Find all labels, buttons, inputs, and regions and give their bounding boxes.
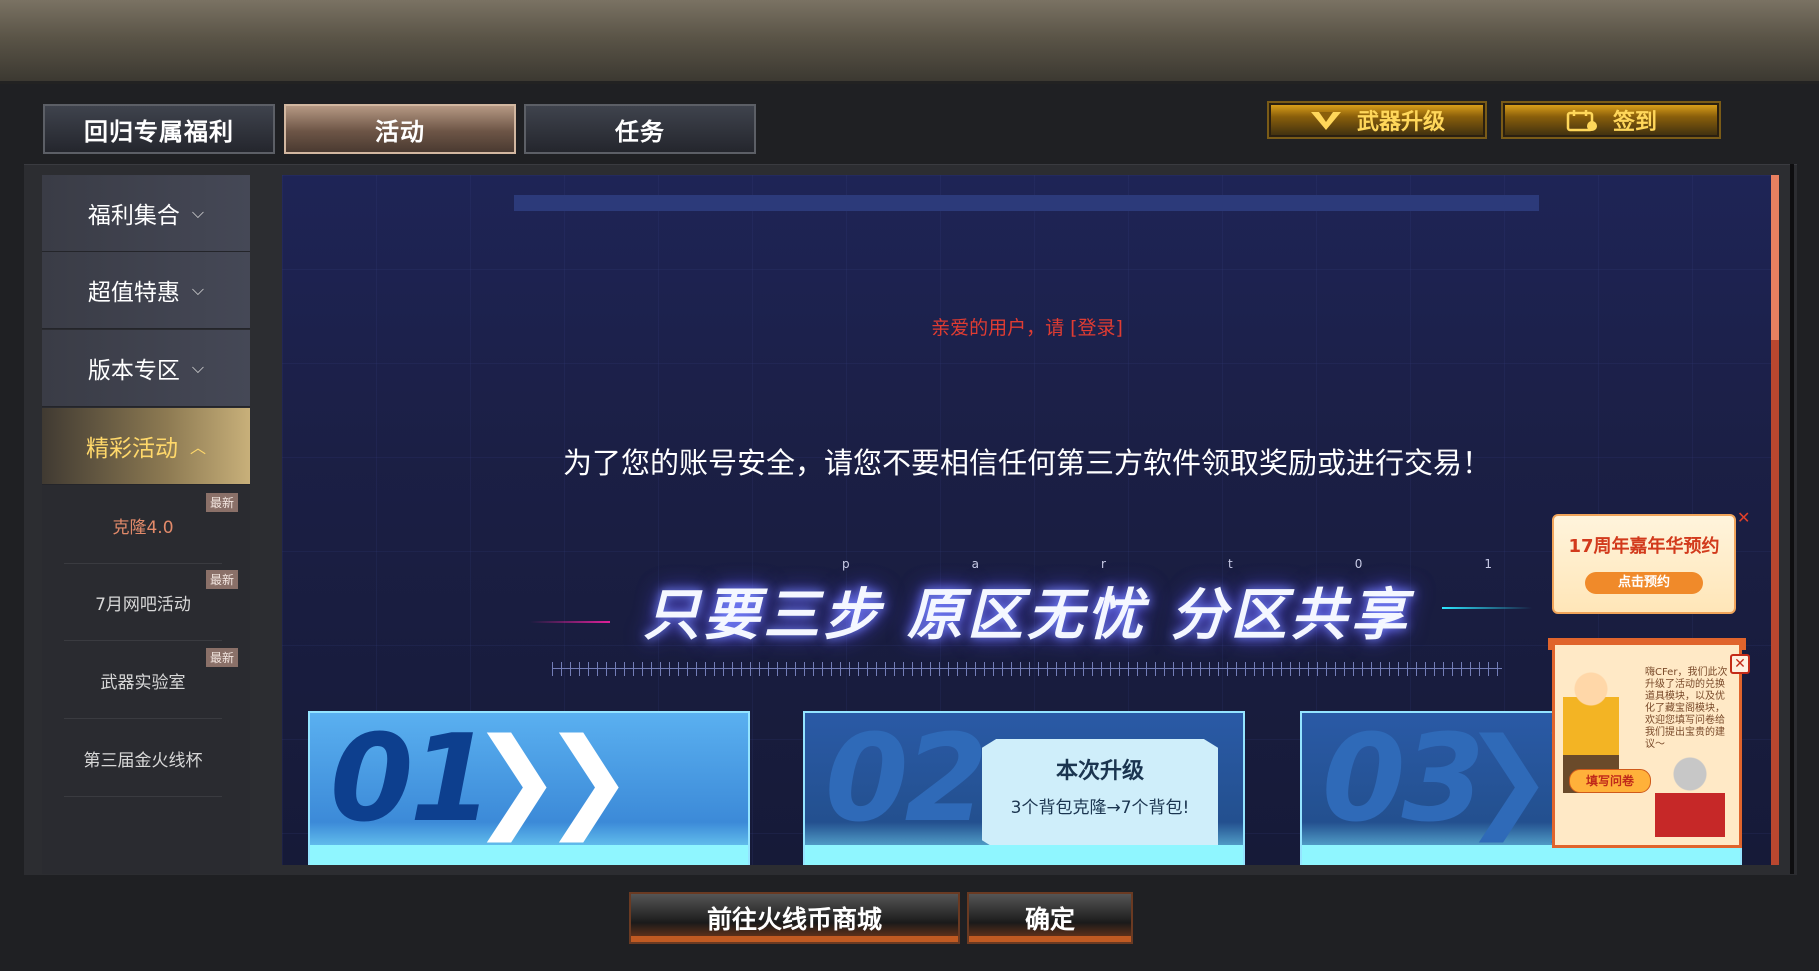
anniversary-promo[interactable]: 17周年嘉年华预约 点击预约 — [1552, 514, 1736, 614]
reserve-button[interactable]: 点击预约 — [1585, 572, 1703, 594]
sidebar-subitem-netcafe[interactable]: 7月网吧活动 最新 — [64, 564, 238, 641]
step-card-2: 02 本次升级 3个背包克隆→7个背包! — [803, 711, 1245, 865]
survey-popup: 嗨CFer，我们此次升级了活动的兑换道具模块，以及优化了藏宝阁模块，欢迎您填写问… — [1552, 642, 1742, 848]
tab-activities[interactable]: 活动 — [284, 104, 516, 154]
sidebar-subitem-clone[interactable]: 克隆4.0 最新 — [64, 487, 238, 564]
sidebar-subitem-label: 7月网吧活动 — [95, 594, 191, 615]
part-letter: t — [1227, 557, 1233, 571]
chevron-down-icon: ⌵ — [191, 358, 205, 377]
step-number: 01 — [330, 711, 493, 849]
chevron-up-icon: ︿ — [189, 438, 206, 457]
sidebar-subitem-label: 武器实验室 — [100, 672, 186, 693]
confirm-button[interactable]: 确定 — [967, 892, 1133, 944]
step-card-1: 01 ❯❯ — [308, 711, 750, 865]
calendar-icon — [1565, 108, 1599, 132]
part-letter: 1 — [1484, 557, 1492, 571]
sidebar-item-version-zone[interactable]: 版本专区 ⌵ — [42, 330, 250, 407]
part-letter: a — [971, 557, 979, 571]
close-icon[interactable]: ✕ — [1730, 654, 1750, 674]
sidebar-item-label: 福利集合 — [87, 203, 180, 229]
weapon-upgrade-icon — [1309, 108, 1343, 132]
double-chevron-icon: ❯❯ — [470, 714, 634, 842]
security-warning: 为了您的账号安全，请您不要相信任何第三方软件领取奖励或进行交易！ — [562, 446, 1491, 480]
close-icon[interactable]: ✕ — [1737, 508, 1750, 527]
sidebar-subitem-label: 第三届金火线杯 — [83, 750, 203, 771]
upgrade-title: 本次升级 — [1055, 759, 1144, 784]
panel-edge — [1790, 164, 1794, 874]
sidebar-subitem-weapon-lab[interactable]: 武器实验室 最新 — [64, 642, 238, 719]
content-header-bar — [514, 195, 1539, 211]
part-letter: p — [842, 557, 850, 571]
weapon-upgrade-button[interactable]: 武器升级 — [1267, 101, 1487, 139]
event-content: 亲爱的用户，请 [登录] 为了您的账号安全，请您不要相信任何第三方软件领取奖励或… — [282, 175, 1772, 865]
sidebar-item-benefits-collection[interactable]: 福利集合 ⌵ — [42, 175, 250, 252]
sign-in-button[interactable]: 签到 — [1501, 101, 1721, 139]
sidebar-item-label: 精彩活动 — [85, 436, 178, 462]
upgrade-info-box: 本次升级 3个背包克隆→7个背包! — [982, 739, 1218, 849]
card-bottom-strip — [310, 845, 748, 865]
tab-return-benefits[interactable]: 回归专属福利 — [43, 104, 275, 154]
top-banner — [0, 0, 1819, 84]
sidebar-item-label: 超值特惠 — [87, 280, 180, 306]
tab-tasks[interactable]: 任务 — [524, 104, 756, 154]
go-to-shop-button[interactable]: 前往火线币商城 — [629, 892, 960, 944]
login-prompt[interactable]: 亲爱的用户，请 [登录] — [282, 313, 1772, 340]
sign-in-label: 签到 — [1612, 110, 1657, 135]
sidebar-subitem-golden-cup[interactable]: 第三届金火线杯 — [64, 720, 222, 797]
upgrade-subtitle: 3个背包克隆→7个背包! — [1010, 798, 1190, 818]
chevron-down-icon: ⌵ — [191, 280, 205, 299]
step-number: 02 — [825, 711, 988, 849]
scrollbar-thumb[interactable] — [1771, 175, 1779, 340]
decor-ruler — [552, 662, 1502, 676]
sidebar-subitem-label: 克隆4.0 — [112, 517, 174, 538]
step-number: 03 — [1322, 711, 1485, 849]
sidebar-item-featured-events[interactable]: 精彩活动 ︿ — [42, 408, 250, 485]
part-letter: 0 — [1354, 557, 1363, 571]
sidebar-item-special-offers[interactable]: 超值特惠 ⌵ — [42, 252, 250, 329]
part-letter: r — [1101, 557, 1106, 571]
part-label: p a r t 0 1 — [842, 557, 1492, 571]
new-badge: 最新 — [205, 493, 238, 512]
fill-survey-button[interactable]: 填写问卷 — [1569, 769, 1651, 793]
sidebar-item-label: 版本专区 — [87, 358, 180, 384]
chevron-down-icon: ⌵ — [191, 203, 205, 222]
new-badge: 最新 — [205, 570, 238, 589]
scooter-character-illustration — [1655, 753, 1725, 837]
survey-text: 嗨CFer，我们此次升级了活动的兑换道具模块，以及优化了藏宝阁模块，欢迎您填写问… — [1645, 667, 1728, 750]
weapon-upgrade-label: 武器升级 — [1356, 110, 1445, 135]
promo-title: 17周年嘉年华预约 — [1568, 536, 1720, 557]
card-bottom-strip — [1302, 845, 1740, 865]
card-bottom-strip — [805, 845, 1243, 865]
new-badge: 最新 — [205, 648, 238, 667]
